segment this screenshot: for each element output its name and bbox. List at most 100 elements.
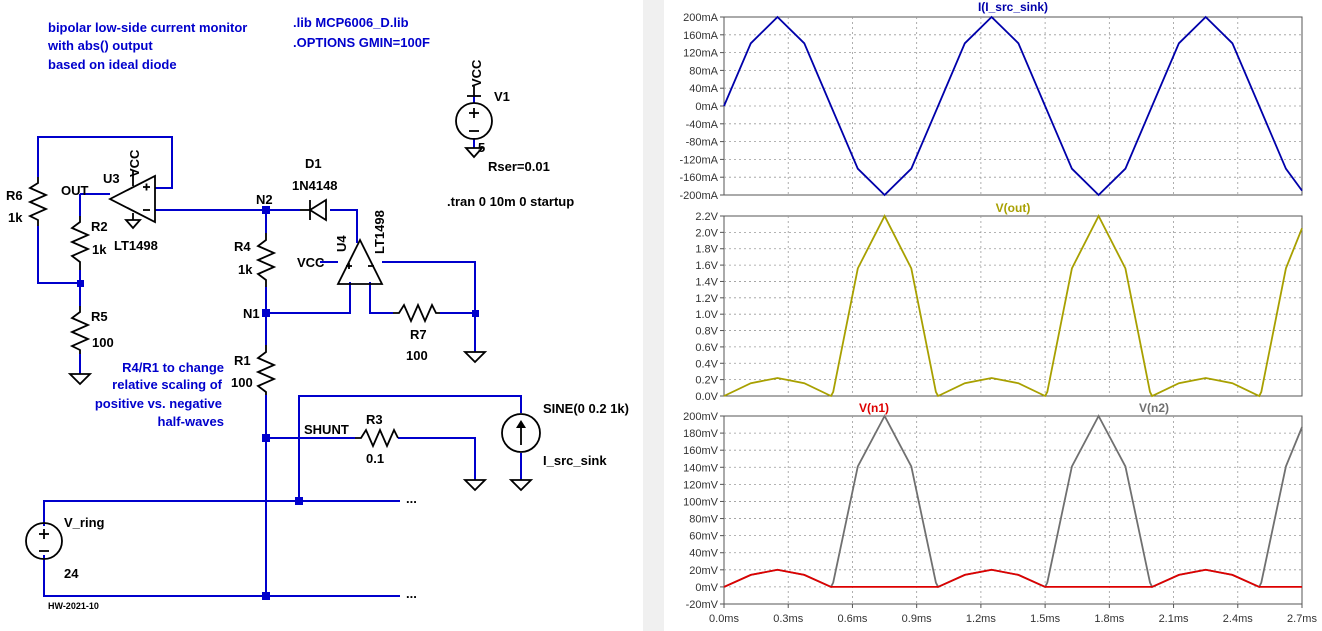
x-tick-label: 2.7ms — [1287, 613, 1317, 625]
y-tick-label: 200mV — [683, 411, 719, 423]
v1-value: 5 — [478, 140, 485, 155]
time-axis: 0.0ms 0.3ms 0.6ms 0.9ms 1.2ms 1.5ms 1.8ms 2.1ms… — [709, 604, 1317, 625]
y-tick-label: 1.2V — [695, 293, 718, 305]
y-tick-label: 0.8V — [695, 326, 718, 338]
title-note-line1: bipolar low-side current monitor — [48, 20, 247, 35]
r4-value: 1k — [238, 262, 253, 277]
y-tick-label: 200mA — [683, 12, 719, 24]
scaling-note-line1: R4/R1 to change — [122, 360, 224, 375]
y-tick-label: 160mA — [683, 30, 719, 42]
trace-title[interactable]: I(I_src_sink) — [978, 0, 1048, 14]
u4-model: LT1498 — [372, 210, 387, 254]
v1-net-label: VCC — [469, 59, 484, 87]
x-tick-label: 0.6ms — [837, 613, 867, 625]
y-tick-label: -200mA — [679, 190, 718, 202]
plot-frame — [723, 215, 1303, 397]
title-note-line2: with abs() output — [47, 38, 153, 53]
net-n2-label: N2 — [256, 192, 273, 207]
scaling-note-line2: relative scaling of — [112, 377, 222, 392]
y-tick-label: 0.4V — [695, 358, 718, 370]
y-tick-label: 80mA — [689, 65, 718, 77]
u3-name: U3 — [103, 171, 120, 186]
r1-name: R1 — [234, 353, 251, 368]
x-tick-label: 1.8ms — [1094, 613, 1124, 625]
y-tick-label: 1.8V — [695, 244, 718, 256]
net-continuation-2: ... — [406, 586, 417, 601]
r3-value: 0.1 — [366, 451, 384, 466]
u3-model: LT1498 — [114, 238, 158, 253]
r2-name: R2 — [91, 219, 108, 234]
r4-name: R4 — [234, 239, 251, 254]
y-tick-label: 80mV — [689, 514, 718, 526]
y-tick-label: 1.6V — [695, 260, 718, 272]
r1-value: 100 — [231, 375, 253, 390]
y-tick-label: 120mV — [683, 479, 719, 491]
plot-frame — [723, 415, 1303, 605]
d1-model: 1N4148 — [292, 178, 338, 193]
d1-name: D1 — [305, 156, 322, 171]
y-tick-label: 1.0V — [695, 309, 718, 321]
y-tick-label: 140mV — [683, 462, 719, 474]
diode-d1 — [300, 198, 327, 222]
net-out-label: OUT — [61, 183, 89, 198]
y-tick-label: 1.4V — [695, 276, 718, 288]
x-tick-label: 0.9ms — [902, 613, 932, 625]
y-tick-label: -160mA — [679, 172, 718, 184]
y-tick-label: 40mV — [689, 548, 718, 560]
y-tick-label: 0.6V — [695, 342, 718, 354]
y-tick-label: 0mA — [695, 101, 718, 113]
y-tick-label: -120mA — [679, 154, 718, 166]
y-tick-label: 60mV — [689, 531, 718, 543]
plot-pane-vn: 200mV 180mV 160mV 140mV 120mV 100mV 80mV 60mV 40… — [683, 401, 1303, 611]
options-directive: .OPTIONS GMIN=100F — [293, 35, 430, 50]
plot-pane-vout: 2.2V 2.0V 1.8V 1.6V 1.4V 1.2V 1.0V 0.8V 0.6V 0.4V… — [695, 201, 1303, 403]
y-tick-label: 20mV — [689, 565, 718, 577]
scaling-note-line3: positive vs. negative — [95, 396, 222, 411]
y-tick-label: -40mA — [686, 119, 719, 131]
net-continuation-1: ... — [406, 491, 417, 506]
u4-vcc-label: VCC — [297, 255, 325, 270]
u4-name: U4 — [334, 235, 349, 252]
x-tick-label: 1.2ms — [966, 613, 996, 625]
r5-name: R5 — [91, 309, 108, 324]
isrc-name: I_src_sink — [543, 453, 607, 468]
schematic-panel: bipolar low-side current monitor with ab… — [6, 15, 629, 611]
footer-note: HW-2021-10 — [48, 601, 99, 611]
u3-vcc-label: VCC — [127, 149, 142, 177]
r7-name: R7 — [410, 327, 427, 342]
isrc-value: SINE(0 0.2 1k) — [543, 401, 629, 416]
v1-rser: Rser=0.01 — [488, 159, 550, 174]
y-tick-label: 120mA — [683, 48, 719, 60]
r2-value: 1k — [92, 242, 107, 257]
y-tick-label: 2.0V — [695, 227, 718, 239]
tran-directive: .tran 0 10m 0 startup — [447, 194, 574, 209]
r3-name: R3 — [366, 412, 383, 427]
vring-name: V_ring — [64, 515, 105, 530]
trace-title[interactable]: V(n2) — [1139, 401, 1169, 415]
r7-value: 100 — [406, 348, 428, 363]
panel-separator — [643, 0, 664, 631]
r6-name: R6 — [6, 188, 23, 203]
y-tick-label: 40mA — [689, 83, 718, 95]
voltage-source-vring — [25, 522, 63, 560]
current-source — [501, 413, 541, 453]
x-tick-label: 0.3ms — [773, 613, 803, 625]
y-tick-label: -80mA — [686, 137, 719, 149]
v1-name: V1 — [494, 89, 510, 104]
trace-title[interactable]: V(n1) — [859, 401, 889, 415]
title-note-line3: based on ideal diode — [48, 57, 177, 72]
net-shunt-label: SHUNT — [304, 422, 349, 437]
r5-value: 100 — [92, 335, 114, 350]
y-tick-label: -20mV — [686, 599, 719, 611]
trace-title[interactable]: V(out) — [996, 201, 1031, 215]
net-n1-label: N1 — [243, 306, 260, 321]
y-tick-label: 0mV — [695, 582, 718, 594]
x-tick-label: 1.5ms — [1030, 613, 1060, 625]
y-tick-label: 0.0V — [695, 391, 718, 403]
r6-value: 1k — [8, 210, 23, 225]
x-tick-label: 2.4ms — [1223, 613, 1253, 625]
y-tick-label: 0.2V — [695, 375, 718, 387]
y-tick-label: 160mV — [683, 445, 719, 457]
y-tick-label: 2.2V — [695, 211, 718, 223]
lib-directive: .lib MCP6006_D.lib — [293, 15, 409, 30]
